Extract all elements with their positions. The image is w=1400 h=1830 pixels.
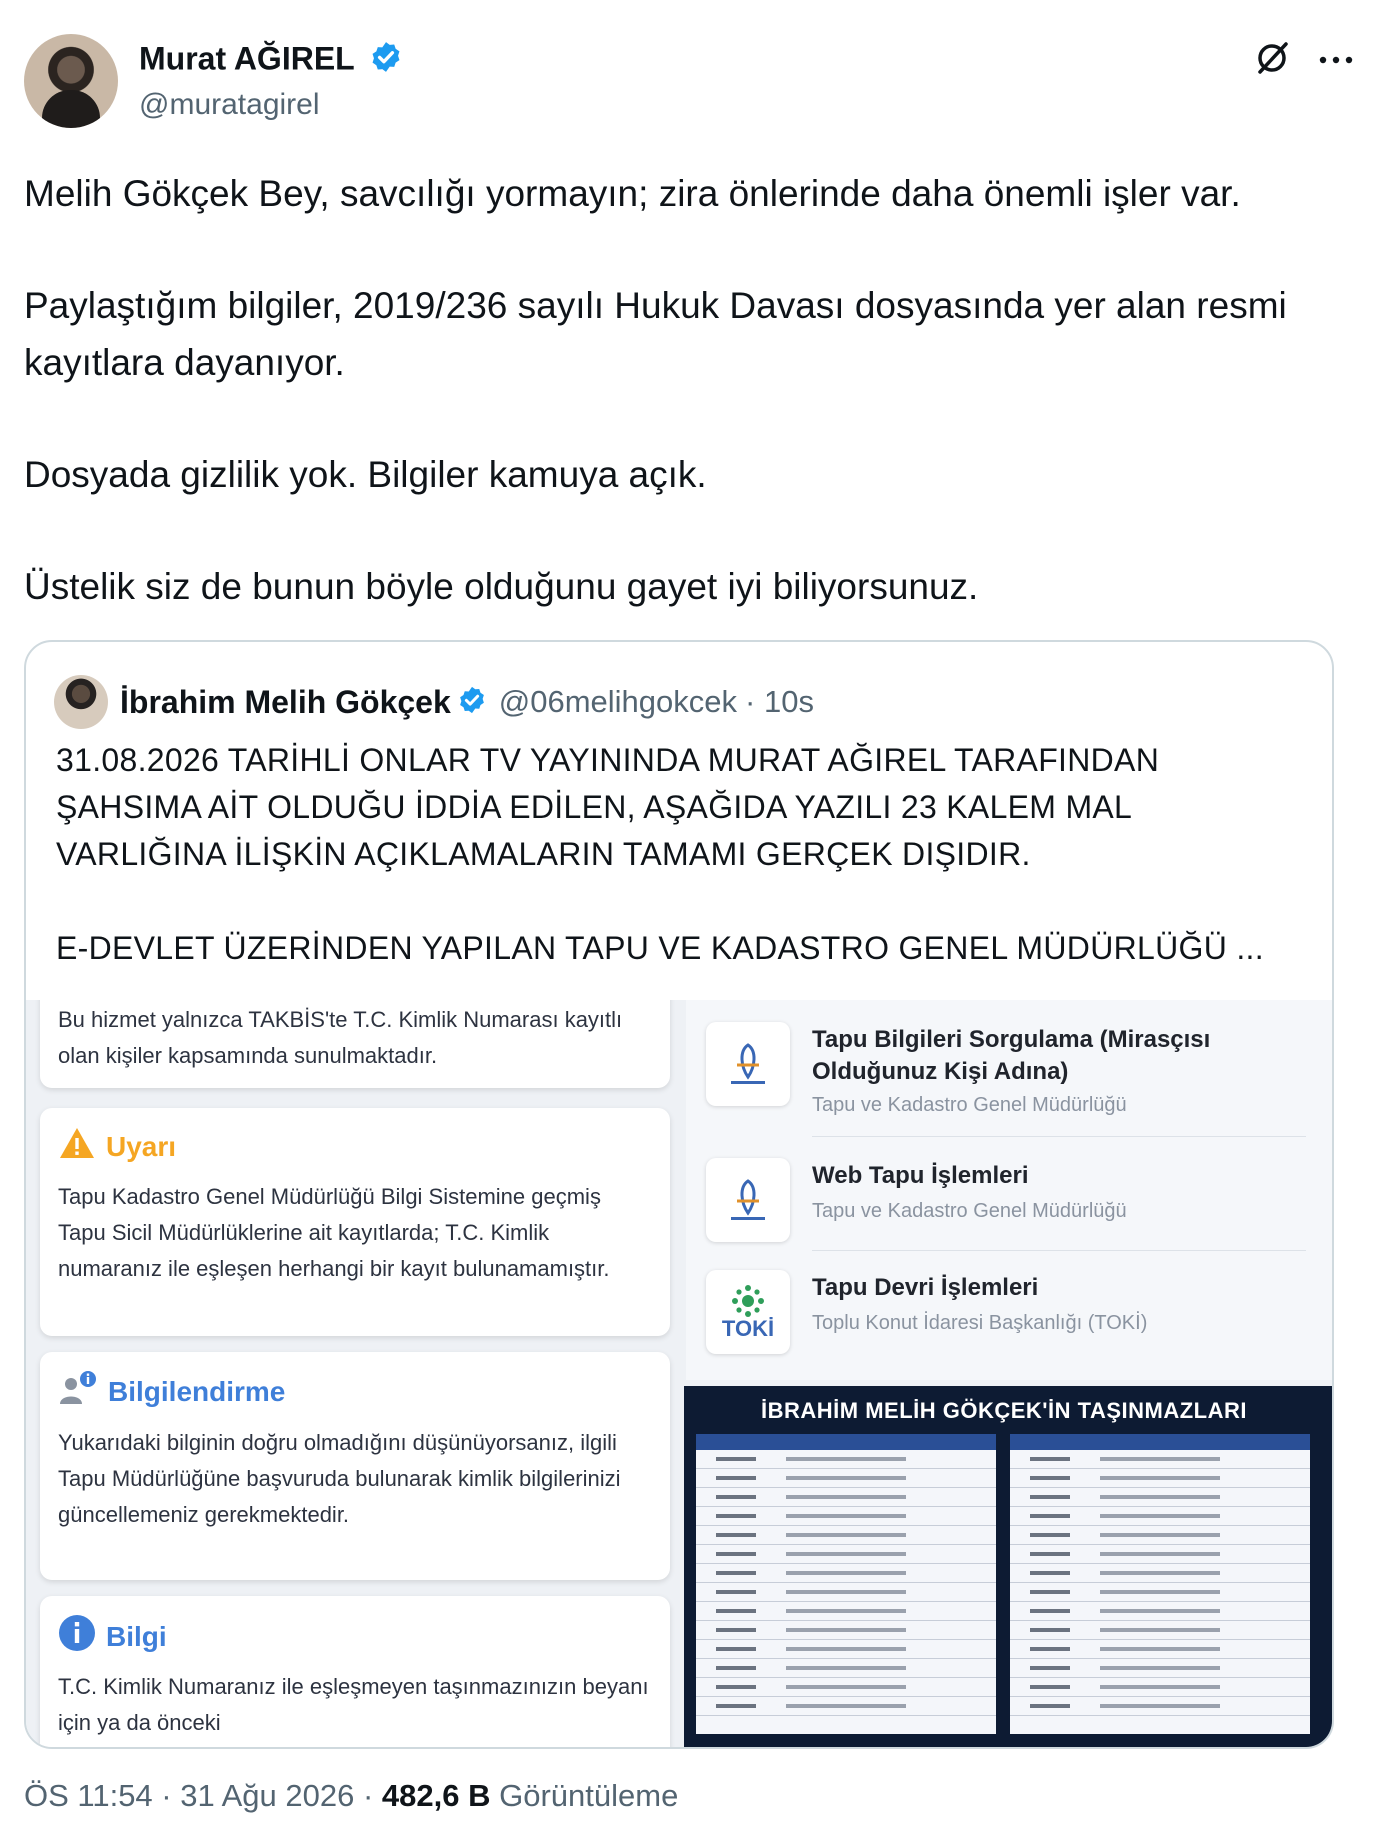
toki-logo-text: TOKİ	[721, 1316, 775, 1341]
header-actions	[1252, 38, 1354, 83]
info-title: Bilgi	[106, 1620, 167, 1652]
info-icon	[58, 1614, 96, 1659]
quoted-tweet-card[interactable]: İbrahim Melih Gökçek @06melihgokcek · 10…	[24, 640, 1334, 1749]
tweet-paragraph: Melih Gökçek Bey, savcılığı yormayın; zi…	[24, 173, 1241, 214]
info-title-row: Bilgi	[58, 1614, 652, 1659]
verified-badge-icon	[457, 685, 487, 720]
info-card: Bilgi T.C. Kimlik Numaranız ile eşleşmey…	[40, 1596, 670, 1747]
quote-paragraph: 31.08.2026 TARİHLİ ONLAR TV YAYININDA MU…	[56, 742, 1160, 872]
views-label: Görüntüleme	[499, 1778, 679, 1813]
tweet-paragraph: Üstelik siz de bunun böyle olduğunu gaye…	[24, 566, 979, 607]
tweet-paragraph: Dosyada gizlilik yok. Bilgiler kamuya aç…	[24, 454, 707, 495]
quote-timestamp: · 10s	[745, 684, 814, 719]
warning-body: Tapu Kadastro Genel Müdürlüğü Bilgi Sist…	[58, 1184, 610, 1281]
grok-icon[interactable]	[1252, 38, 1292, 83]
warning-title: Uyarı	[106, 1130, 177, 1162]
top-info-text: Bu hizmet yalnızca TAKBİS'te T.C. Kimlik…	[58, 1007, 623, 1068]
warning-icon	[58, 1126, 96, 1167]
service-item-web-tapu[interactable]: Web Tapu İşlemleri Tapu ve Kadastro Gene…	[706, 1150, 1306, 1251]
service-item-tapu-devri[interactable]: TOKİ Tapu Devri İşlemleri Toplu Konut İd…	[706, 1262, 1306, 1362]
top-info-card: Bu hizmet yalnızca TAKBİS'te T.C. Kimlik…	[40, 1000, 670, 1088]
warning-title-row: Uyarı	[58, 1126, 652, 1167]
author-avatar[interactable]	[24, 34, 118, 128]
author-name[interactable]: Murat AĞIREL	[139, 40, 354, 76]
tweet-timestamp[interactable]: ÖS 11:54 · 31 Ağu 2026 ·	[24, 1778, 373, 1813]
tkgm-logo-icon	[706, 1158, 790, 1242]
info-body: T.C. Kimlik Numaranız ile eşleşmeyen taş…	[58, 1674, 649, 1735]
tweet-paragraph: Paylaştığım bilgiler, 2019/236 sayılı Hu…	[24, 285, 1287, 383]
user-info-icon	[58, 1370, 98, 1413]
quote-author-avatar	[54, 675, 108, 729]
service-subtitle: Tapu ve Kadastro Genel Müdürlüğü	[812, 1200, 1127, 1222]
views-count: 482,6 B	[381, 1778, 491, 1813]
author-handle[interactable]: @muratagirel	[139, 88, 320, 122]
service-subtitle: Toplu Konut İdaresi Başkanlığı (TOKİ)	[812, 1312, 1148, 1334]
tweet-header: Murat AĞIREL @muratagirel	[24, 34, 1354, 134]
notice-body: Yukarıdaki bilginin doğru olmadığını düş…	[58, 1430, 621, 1527]
quote-author-name: İbrahim Melih Gökçek	[120, 683, 451, 720]
quote-header: İbrahim Melih Gökçek @06melihgokcek · 10…	[54, 674, 814, 730]
verified-badge-icon	[369, 40, 403, 82]
tweet-text: Melih Gökçek Bey, savcılığı yormayın; zi…	[24, 165, 1364, 670]
service-title: Tapu Devri İşlemleri	[812, 1274, 1039, 1301]
services-list: Tapu Bilgileri Sorgulama (Mirasçısı Oldu…	[686, 1000, 1332, 1380]
service-item-tapu-sorgulama[interactable]: Tapu Bilgileri Sorgulama (Mirasçısı Oldu…	[706, 1014, 1306, 1137]
author-name-row[interactable]: Murat AĞIREL	[139, 40, 403, 82]
property-table-image: İBRAHİM MELİH GÖKÇEK'İN TAŞINMAZLARI	[684, 1386, 1332, 1747]
quote-text: 31.08.2026 TARİHLİ ONLAR TV YAYININDA MU…	[56, 737, 1306, 1019]
service-subtitle: Tapu ve Kadastro Genel Müdürlüğü	[812, 1094, 1127, 1116]
service-divider	[812, 1250, 1306, 1251]
warning-card: Uyarı Tapu Kadastro Genel Müdürlüğü Bilg…	[40, 1108, 670, 1336]
more-options-icon[interactable]	[1318, 52, 1354, 70]
quote-author-handle: @06melihgokcek	[498, 684, 738, 719]
property-table-title: İBRAHİM MELİH GÖKÇEK'İN TAŞINMAZLARI	[760, 1398, 1247, 1423]
service-divider	[812, 1136, 1306, 1137]
notice-title-row: Bilgilendirme	[58, 1370, 652, 1413]
service-title: Tapu Bilgileri Sorgulama (Mirasçısı Oldu…	[812, 1026, 1211, 1085]
property-table-left	[696, 1434, 996, 1734]
toki-logo-icon: TOKİ	[706, 1270, 790, 1354]
quote-media-image[interactable]: Bu hizmet yalnızca TAKBİS'te T.C. Kimlik…	[26, 1000, 1332, 1747]
tweet-footer: ÖS 11:54 · 31 Ağu 2026 · 482,6 B Görüntü…	[24, 1778, 678, 1814]
quote-paragraph: E-DEVLET ÜZERİNDEN YAPILAN TAPU VE KADAS…	[56, 930, 1264, 966]
service-title: Web Tapu İşlemleri	[812, 1162, 1029, 1189]
tkgm-logo-icon	[706, 1022, 790, 1106]
notice-card: Bilgilendirme Yukarıdaki bilginin doğru …	[40, 1352, 670, 1580]
property-table-right	[1010, 1434, 1310, 1734]
notice-title: Bilgilendirme	[108, 1375, 286, 1407]
